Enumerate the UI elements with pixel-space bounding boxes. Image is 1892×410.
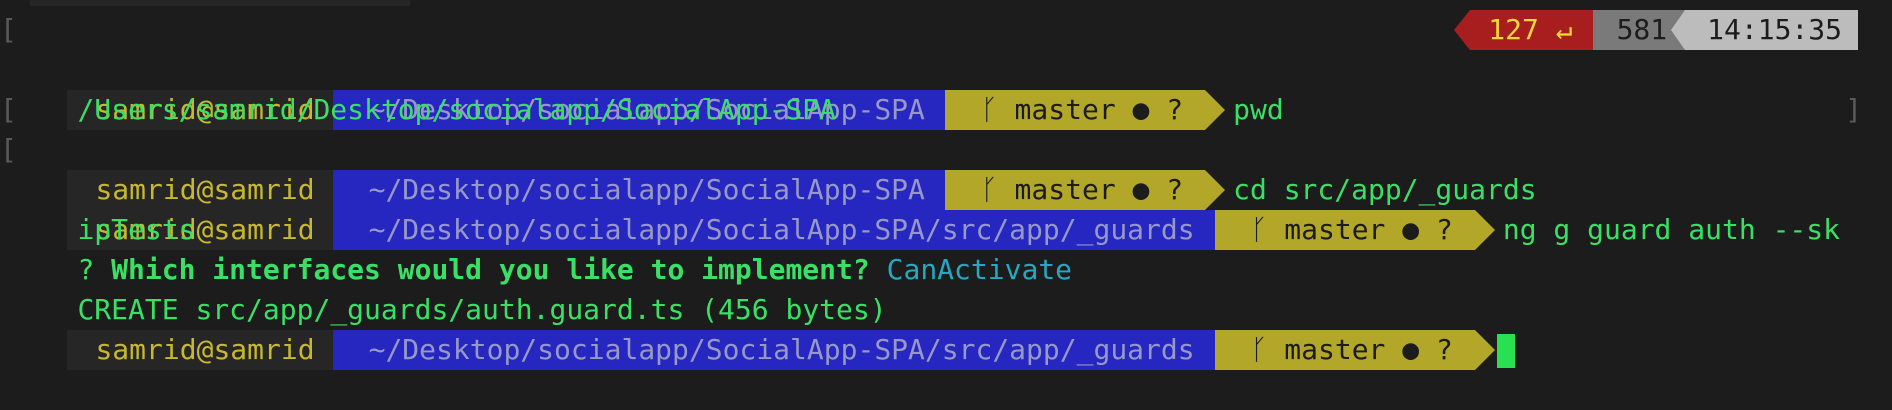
bracket-left: [ xyxy=(0,13,17,46)
bracket-left: [ xyxy=(0,93,17,126)
output-line: /Users/samrid/Desktop/socialapp/SocialAp… xyxy=(0,50,1892,126)
bracket-right: ] xyxy=(1845,93,1862,126)
prompt-line-4: samrid@samrid ~/Desktop/socialapp/SocialA… xyxy=(0,290,1892,370)
create-line: CREATE src/app/_guards/auth.guard.ts (45… xyxy=(0,250,1892,326)
wrapped-command-line: ipTests xyxy=(0,170,1892,246)
terminal-cursor[interactable] xyxy=(1496,334,1515,368)
question-line: ? Which interfaces would you like to imp… xyxy=(0,210,1892,286)
prompt-context: samrid@samrid xyxy=(67,330,333,370)
prompt-git-branch: ᚴ master ● ? xyxy=(1214,330,1496,370)
prompt-line-1: [ samrid@samrid ~/Desktop/socialapp/Socia… xyxy=(0,10,1892,130)
clock-time: 14:15:35 xyxy=(1671,10,1858,50)
exit-status: 127 ↵ xyxy=(1454,10,1593,50)
prompt-directory: ~/Desktop/socialapp/SocialApp-SPA/src/ap… xyxy=(332,330,1235,370)
prompt-line-2: [ samrid@samrid ~/Desktop/socialapp/Socia… xyxy=(0,90,1892,210)
right-prompt: 127 ↵ 581 14:15:35 xyxy=(1454,10,1858,50)
terminal-window[interactable]: [ samrid@samrid ~/Desktop/socialapp/Socia… xyxy=(0,0,1892,384)
bracket-left: [ xyxy=(0,133,17,166)
scrolled-line-remnant xyxy=(30,0,410,6)
prompt-line-3: [ samrid@samrid ~/Desktop/socialapp/Socia… xyxy=(0,130,1892,250)
